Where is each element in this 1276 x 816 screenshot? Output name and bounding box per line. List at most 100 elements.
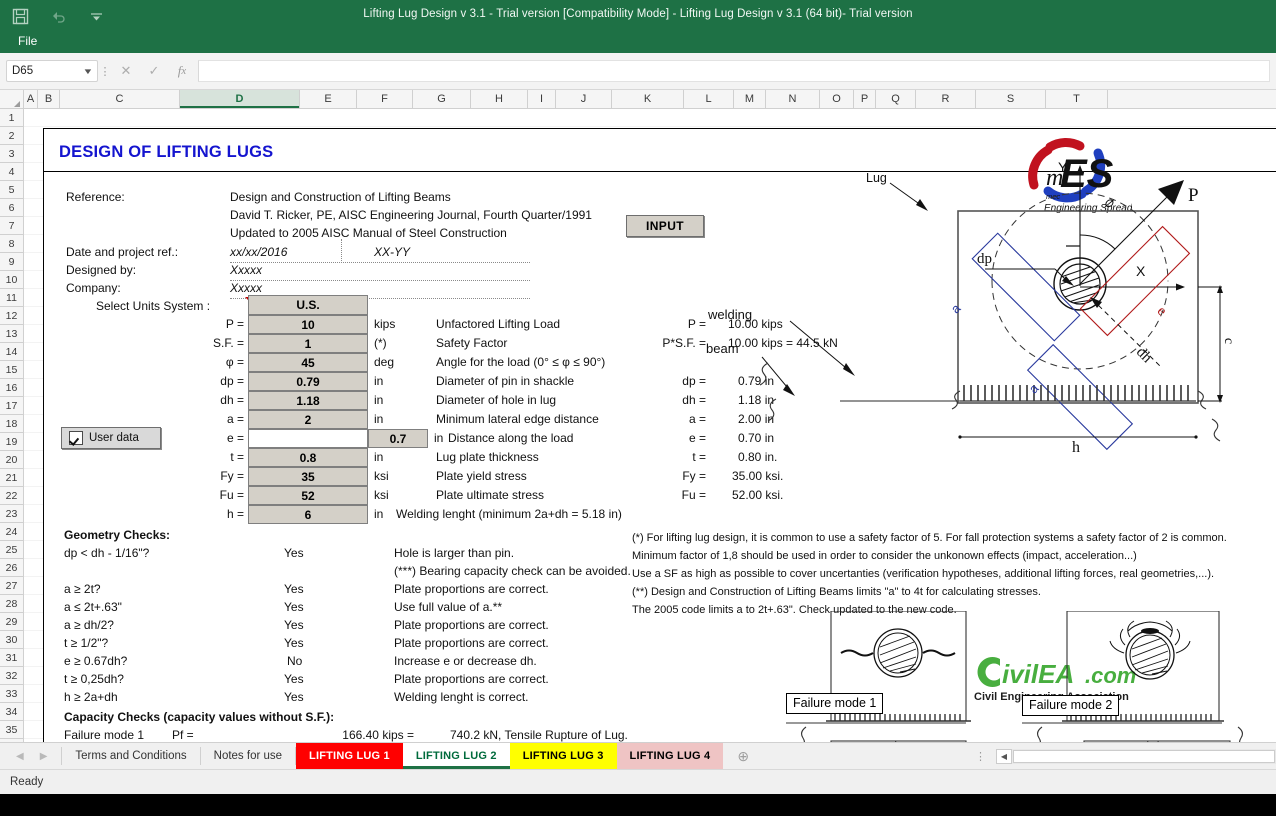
chevron-right-icon[interactable]: ▶: [40, 751, 48, 762]
input-cell-e-computed[interactable]: 0.7: [368, 429, 428, 448]
column-header-l[interactable]: L: [684, 90, 734, 108]
column-header-i[interactable]: I: [528, 90, 556, 108]
row-header-1[interactable]: 1: [0, 109, 23, 127]
row-header-5[interactable]: 5: [0, 181, 23, 199]
scrollbar-split-handle[interactable]: ⋮: [965, 750, 996, 763]
column-header-o[interactable]: O: [820, 90, 854, 108]
row-header-32[interactable]: 32: [0, 667, 23, 685]
row-header-15[interactable]: 15: [0, 361, 23, 379]
row-header-23[interactable]: 23: [0, 505, 23, 523]
name-box[interactable]: D65 ▼: [6, 60, 98, 82]
row-header-11[interactable]: 11: [0, 289, 23, 307]
row-header-35[interactable]: 35: [0, 721, 23, 739]
column-header-c[interactable]: C: [60, 90, 180, 108]
row-header-9[interactable]: 9: [0, 253, 23, 271]
formula-input[interactable]: [198, 60, 1270, 82]
row-header-16[interactable]: 16: [0, 379, 23, 397]
input-cell-a[interactable]: 2: [248, 410, 368, 429]
column-header-r[interactable]: R: [916, 90, 976, 108]
chevron-down-icon[interactable]: ▼: [82, 67, 93, 76]
row-header-25[interactable]: 25: [0, 541, 23, 559]
user-data-checkbox[interactable]: User data: [61, 427, 161, 449]
scrollbar-thumb[interactable]: [1013, 749, 1275, 763]
row-header-18[interactable]: 18: [0, 415, 23, 433]
tab-lifting-lug-2[interactable]: LIFTING LUG 2: [402, 743, 510, 769]
column-header-f[interactable]: F: [357, 90, 413, 108]
scroll-left-button[interactable]: ◀: [996, 748, 1012, 764]
input-cell-t[interactable]: 0.8: [248, 448, 368, 467]
column-header-m[interactable]: M: [734, 90, 766, 108]
close-icon[interactable]: ✕: [112, 60, 140, 82]
row-header-3[interactable]: 3: [0, 145, 23, 163]
row-header-20[interactable]: 20: [0, 451, 23, 469]
column-header-j[interactable]: J: [556, 90, 612, 108]
row-header-34[interactable]: 34: [0, 703, 23, 721]
column-header-h[interactable]: H: [471, 90, 528, 108]
row-header-28[interactable]: 28: [0, 595, 23, 613]
row-header-27[interactable]: 27: [0, 577, 23, 595]
row-header-6[interactable]: 6: [0, 199, 23, 217]
input-cell-fy[interactable]: 35: [248, 467, 368, 486]
input-cell-e-empty[interactable]: [248, 429, 368, 448]
column-header-g[interactable]: G: [413, 90, 471, 108]
column-header-k[interactable]: K: [612, 90, 684, 108]
row-header-29[interactable]: 29: [0, 613, 23, 631]
row-header-8[interactable]: 8: [0, 235, 23, 253]
file-menu-tab[interactable]: File: [8, 31, 47, 52]
input-cell-h[interactable]: 6: [248, 505, 368, 524]
tab-lifting-lug-3[interactable]: LIFTING LUG 3: [509, 743, 617, 769]
tab-terms-and-conditions[interactable]: Terms and Conditions: [62, 743, 199, 769]
row-header-24[interactable]: 24: [0, 523, 23, 541]
worksheet-canvas[interactable]: DESIGN OF LIFTING LUGS Reference: Design…: [24, 109, 1276, 742]
column-header-t[interactable]: T: [1046, 90, 1108, 108]
column-header-a[interactable]: A: [24, 90, 38, 108]
column-header-s[interactable]: S: [976, 90, 1046, 108]
input-cell-fu[interactable]: 52: [248, 486, 368, 505]
column-header-e[interactable]: E: [300, 90, 357, 108]
result-sym-0: P =: [687, 317, 706, 331]
column-header-p[interactable]: P: [854, 90, 876, 108]
row-header-13[interactable]: 13: [0, 325, 23, 343]
tab-notes-for-use[interactable]: Notes for use: [201, 743, 295, 769]
row-header-2[interactable]: 2: [0, 127, 23, 145]
input-cell-p[interactable]: 10: [248, 315, 368, 334]
project-ref-value[interactable]: XX-YY: [374, 245, 410, 259]
scrollbar-track[interactable]: ◀: [996, 748, 1276, 764]
row-header-33[interactable]: 33: [0, 685, 23, 703]
row-header-14[interactable]: 14: [0, 343, 23, 361]
row-header-26[interactable]: 26: [0, 559, 23, 577]
plus-circle-icon[interactable]: ⊕: [723, 743, 763, 769]
row-header-22[interactable]: 22: [0, 487, 23, 505]
input-cell-dh[interactable]: 1.18: [248, 391, 368, 410]
column-header-b[interactable]: B: [38, 90, 60, 108]
fx-icon[interactable]: fx: [168, 60, 196, 82]
row-header-31[interactable]: 31: [0, 649, 23, 667]
units-value-cell[interactable]: U.S.: [248, 295, 368, 315]
tab-lifting-lug-4[interactable]: LIFTING LUG 4: [616, 743, 724, 769]
column-header-q[interactable]: Q: [876, 90, 916, 108]
row-header-21[interactable]: 21: [0, 469, 23, 487]
input-cell-phi[interactable]: 45: [248, 353, 368, 372]
chevron-left-icon[interactable]: ◀: [16, 751, 24, 762]
date-value[interactable]: xx/xx/2016: [230, 245, 287, 259]
row-header-10[interactable]: 10: [0, 271, 23, 289]
row-header-12[interactable]: 12: [0, 307, 23, 325]
row-header-19[interactable]: 19: [0, 433, 23, 451]
company-value[interactable]: Xxxxx: [230, 281, 262, 295]
horizontal-scrollbar[interactable]: ⋮ ◀: [763, 743, 1276, 769]
row-header-4[interactable]: 4: [0, 163, 23, 181]
check-icon[interactable]: ✓: [140, 60, 168, 82]
input-cell-sf[interactable]: 1: [248, 334, 368, 353]
checkbox-checked-icon[interactable]: [69, 431, 83, 445]
select-all-corner[interactable]: [0, 90, 24, 108]
sheet-nav-arrows[interactable]: ◀ ▶: [0, 743, 61, 769]
column-header-d[interactable]: D: [180, 90, 300, 108]
row-header-7[interactable]: 7: [0, 217, 23, 235]
column-header-n[interactable]: N: [766, 90, 820, 108]
row-header-30[interactable]: 30: [0, 631, 23, 649]
designed-by-value[interactable]: Xxxxx: [230, 263, 262, 277]
input-button[interactable]: INPUT: [626, 215, 704, 237]
input-cell-dp[interactable]: 0.79: [248, 372, 368, 391]
row-header-17[interactable]: 17: [0, 397, 23, 415]
tab-lifting-lug-1[interactable]: LIFTING LUG 1: [296, 743, 403, 769]
